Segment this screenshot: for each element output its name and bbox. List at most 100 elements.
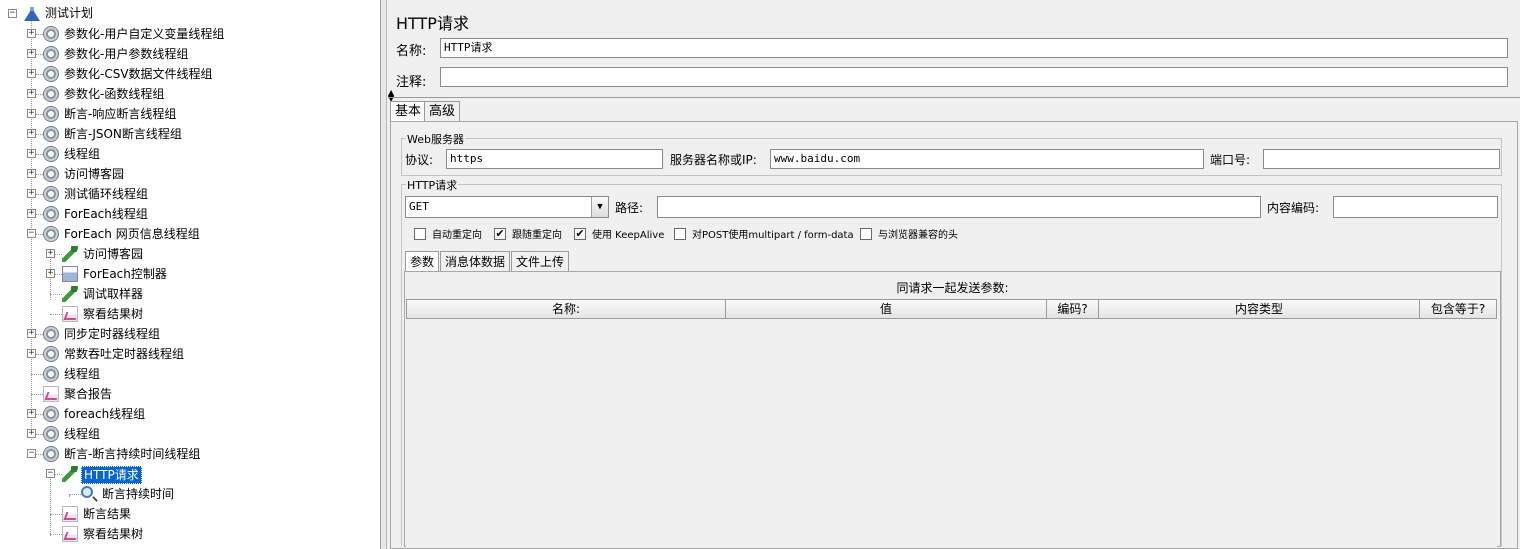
expand-toggle-icon[interactable]: + — [27, 409, 36, 418]
expand-toggle-icon[interactable]: + — [27, 209, 36, 218]
test-plan-tree[interactable]: − 测试计划 + 参数化-用户自定义变量线程组 + 参数化-用户参数线程组 + 参数化-CSV… — [0, 0, 381, 549]
expand-toggle-icon[interactable]: + — [27, 429, 36, 438]
params-table-body[interactable] — [406, 319, 1497, 547]
col-encode[interactable]: 编码? — [1047, 299, 1099, 319]
params-caption: 同请求一起发送参数: — [896, 281, 1009, 295]
tree-item-label[interactable]: 断言-JSON断言线程组 — [62, 126, 184, 142]
col-value[interactable]: 值 — [726, 299, 1047, 319]
gear-icon — [43, 66, 59, 82]
tree-item-label[interactable]: 参数化-CSV数据文件线程组 — [62, 66, 215, 82]
tree-item-label[interactable]: 参数化-函数线程组 — [62, 86, 166, 102]
tree-item-label[interactable]: HTTP请求 — [81, 466, 142, 484]
tree-root-label[interactable]: 测试计划 — [43, 5, 95, 21]
chevron-down-icon[interactable]: ▼ — [591, 197, 608, 217]
tree-item-label[interactable]: ForEach 网页信息线程组 — [62, 226, 202, 242]
multipart-label: 对POST使用multipart / form-data — [692, 230, 854, 241]
web-server-group-title: Web服务器 — [406, 131, 465, 147]
server-field[interactable]: www.baidu.com — [770, 149, 1204, 169]
tree-connector-line — [50, 534, 62, 535]
tree-item-label[interactable]: foreach线程组 — [62, 406, 147, 422]
tree-item-label[interactable]: 断言结果 — [81, 506, 133, 522]
expand-toggle-icon[interactable]: + — [27, 149, 36, 158]
name-field[interactable]: HTTP请求 — [440, 38, 1508, 58]
http-request-group-title: HTTP请求 — [406, 177, 459, 193]
sampler-icon — [62, 466, 78, 482]
collapse-toggle-icon[interactable]: − — [8, 9, 17, 18]
tab-basic[interactable]: 基本 — [390, 101, 427, 121]
gear-icon — [43, 346, 59, 362]
auto-redirect-box[interactable] — [414, 227, 426, 240]
web-server-group: Web服务器 协议: https 服务器名称或IP: www.baidu.com… — [401, 131, 1502, 176]
tree-item-label[interactable]: 断言持续时间 — [100, 486, 176, 502]
multipart-checkbox[interactable]: 对POST使用multipart / form-data — [674, 226, 854, 241]
tree-item-label[interactable]: 断言-断言持续时间线程组 — [62, 446, 202, 462]
params-table-header: 名称: 值 编码? 内容类型 包含等于? — [406, 299, 1497, 319]
gear-icon — [43, 186, 59, 202]
follow-redirect-checkbox[interactable]: ✔ 跟随重定向 — [494, 226, 562, 241]
col-content-type[interactable]: 内容类型 — [1099, 299, 1420, 319]
col-include-equals[interactable]: 包含等于? — [1420, 299, 1497, 319]
protocol-field[interactable]: https — [446, 149, 663, 169]
tree-item-label[interactable]: ForEach线程组 — [62, 206, 150, 222]
browser-headers-box[interactable] — [860, 227, 872, 240]
expand-toggle-icon[interactable]: + — [27, 189, 36, 198]
tree-item-label[interactable]: 断言-响应断言线程组 — [62, 106, 178, 122]
expand-toggle-icon[interactable]: + — [27, 329, 36, 338]
expand-toggle-icon[interactable]: + — [46, 249, 55, 258]
expand-toggle-icon[interactable]: + — [27, 129, 36, 138]
tree-item-label[interactable]: 访问博客园 — [62, 166, 126, 182]
browser-headers-checkbox[interactable]: 与浏览器兼容的头 — [860, 226, 958, 241]
method-select[interactable]: GET ▼ — [405, 196, 609, 218]
tree-item-label[interactable]: 测试循环线程组 — [62, 186, 150, 202]
col-name[interactable]: 名称: — [406, 299, 726, 319]
basic-tab-panel: Web服务器 协议: https 服务器名称或IP: www.baidu.com… — [390, 121, 1518, 549]
expand-toggle-icon[interactable]: + — [46, 269, 55, 278]
encoding-field[interactable] — [1333, 196, 1498, 218]
tab-parameters[interactable]: 参数 — [405, 251, 440, 271]
expand-toggle-icon[interactable]: + — [27, 69, 36, 78]
expand-toggle-icon[interactable]: + — [27, 49, 36, 58]
keepalive-checkbox[interactable]: ✔ 使用 KeepAlive — [574, 226, 664, 241]
auto-redirect-checkbox[interactable]: 自动重定向 — [414, 226, 482, 241]
gear-icon — [43, 326, 59, 342]
tree-item-label[interactable]: 线程组 — [62, 366, 102, 382]
expand-toggle-icon[interactable]: + — [27, 349, 36, 358]
gear-icon — [43, 446, 59, 462]
http-request-panel: HTTP请求 名称: HTTP请求 注释: ▲ ▼ 基本 高级 Web服务器 协议… — [388, 0, 1520, 549]
tree-item-label[interactable]: ForEach控制器 — [81, 266, 169, 282]
listener-icon — [62, 506, 78, 522]
path-field[interactable] — [657, 196, 1261, 218]
collapse-toggle-icon[interactable]: − — [27, 449, 36, 458]
path-label: 路径: — [615, 201, 644, 215]
port-field[interactable] — [1263, 149, 1500, 169]
keepalive-box[interactable]: ✔ — [574, 227, 586, 240]
collapse-toggle-icon[interactable]: − — [46, 469, 55, 478]
tree-item-label[interactable]: 察看结果树 — [81, 306, 145, 322]
tree-item-label[interactable]: 常数吞吐定时器线程组 — [62, 346, 186, 362]
expand-toggle-icon[interactable]: + — [27, 109, 36, 118]
tab-advanced[interactable]: 高级 — [424, 101, 461, 121]
tree-item-label[interactable]: 访问博客园 — [81, 246, 145, 262]
gear-icon — [43, 226, 59, 242]
tree-item-label[interactable]: 线程组 — [62, 146, 102, 162]
tab-file-upload[interactable]: 文件上传 — [511, 251, 570, 271]
multipart-box[interactable] — [674, 227, 686, 240]
collapse-toggle-icon[interactable]: − — [27, 229, 36, 238]
tree-item-label[interactable]: 线程组 — [62, 426, 102, 442]
follow-redirect-box[interactable]: ✔ — [494, 227, 506, 240]
tree-item-label[interactable]: 察看结果树 — [81, 526, 145, 542]
tree-connector-line — [50, 294, 62, 295]
expand-toggle-icon[interactable]: + — [27, 89, 36, 98]
test-plan-icon — [24, 5, 40, 21]
tree-item-label[interactable]: 参数化-用户参数线程组 — [62, 46, 190, 62]
tree-item-label[interactable]: 聚合报告 — [62, 386, 114, 402]
expand-toggle-icon[interactable]: + — [27, 29, 36, 38]
comment-field[interactable] — [440, 67, 1508, 87]
tab-body-data[interactable]: 消息体数据 — [440, 251, 511, 271]
tree-item-label[interactable]: 同步定时器线程组 — [62, 326, 162, 342]
listener-icon — [62, 526, 78, 542]
tree-item-label[interactable]: 参数化-用户自定义变量线程组 — [62, 26, 226, 42]
expand-toggle-icon[interactable]: + — [27, 169, 36, 178]
panel-splitter[interactable] — [381, 0, 387, 549]
tree-item-label[interactable]: 调试取样器 — [81, 286, 145, 302]
